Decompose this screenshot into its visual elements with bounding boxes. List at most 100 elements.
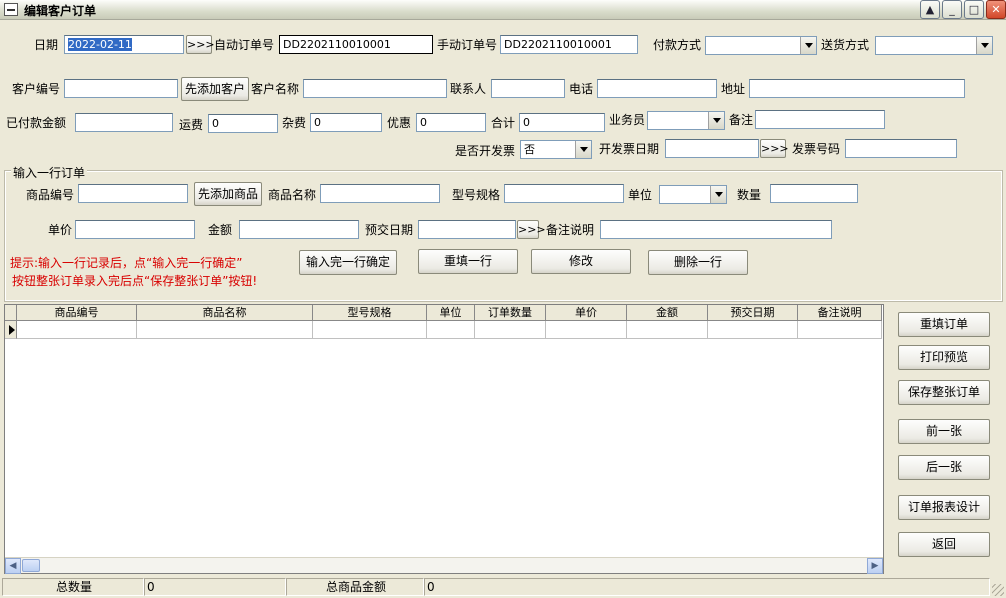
next-order-button[interactable]: 后一张 bbox=[898, 455, 990, 480]
chevron-down-icon[interactable] bbox=[708, 112, 724, 129]
print-preview-button[interactable]: 打印预览 bbox=[898, 345, 990, 370]
total-qty-label: 总数量 bbox=[2, 578, 144, 596]
close-icon[interactable]: ✕ bbox=[986, 0, 1006, 19]
refill-order-button[interactable]: 重填订单 bbox=[898, 312, 990, 337]
total-amount-value: 0 bbox=[424, 578, 990, 596]
line-entry-title: 输入一行订单 bbox=[11, 164, 88, 181]
phone-field[interactable] bbox=[597, 79, 717, 98]
current-row-indicator-icon bbox=[5, 321, 17, 339]
invoice-date-picker-button[interactable]: >>> bbox=[760, 139, 789, 158]
scroll-thumb[interactable] bbox=[22, 559, 40, 572]
column-header[interactable]: 单位 bbox=[427, 305, 475, 321]
modify-button[interactable]: 修改 bbox=[531, 249, 631, 274]
manual-order-field[interactable]: DD2202110010001 bbox=[500, 35, 638, 54]
misc-field[interactable]: 0 bbox=[310, 113, 382, 132]
spec-label: 型号规格 bbox=[452, 188, 501, 202]
column-header[interactable]: 商品编号 bbox=[17, 305, 137, 321]
scroll-left-icon[interactable]: ◀ bbox=[5, 558, 21, 574]
add-customer-button[interactable]: 先添加客户 bbox=[181, 77, 249, 101]
grid-cell[interactable] bbox=[708, 321, 798, 339]
grid-cell[interactable] bbox=[313, 321, 427, 339]
date-picker-button[interactable]: >>> bbox=[186, 35, 215, 54]
prev-order-button[interactable]: 前一张 bbox=[898, 419, 990, 444]
invoice-no-field[interactable] bbox=[845, 139, 957, 158]
chevron-down-icon[interactable] bbox=[800, 37, 816, 54]
salesman-select[interactable] bbox=[647, 111, 725, 130]
product-no-field[interactable] bbox=[78, 184, 188, 203]
invoice-no-label: 发票号码 bbox=[792, 142, 841, 156]
column-header[interactable]: 订单数量 bbox=[475, 305, 546, 321]
report-design-button[interactable]: 订单报表设计 bbox=[898, 495, 990, 520]
customer-name-label: 客户名称 bbox=[251, 82, 300, 96]
grid-cell[interactable] bbox=[546, 321, 627, 339]
resize-grip-icon[interactable] bbox=[992, 584, 1004, 596]
chevron-down-icon[interactable] bbox=[575, 141, 591, 158]
qty-field[interactable] bbox=[770, 184, 858, 203]
amount-field[interactable] bbox=[239, 220, 359, 239]
chevron-down-icon[interactable] bbox=[976, 37, 992, 54]
column-header[interactable]: 预交日期 bbox=[708, 305, 798, 321]
qty-label: 数量 bbox=[737, 188, 762, 202]
grid-cell[interactable] bbox=[798, 321, 882, 339]
order-lines-grid[interactable]: 商品编号 商品名称 型号规格 单位 订单数量 单价 金额 预交日期 备注说明 ◀… bbox=[4, 304, 884, 574]
invoice-select[interactable]: 否 bbox=[520, 140, 592, 159]
invoice-label: 是否开发票 bbox=[455, 144, 516, 158]
note-field[interactable] bbox=[600, 220, 832, 239]
grid-cell[interactable] bbox=[475, 321, 546, 339]
auto-order-field[interactable]: DD2202110010001 bbox=[279, 35, 433, 54]
add-product-button[interactable]: 先添加商品 bbox=[194, 182, 262, 206]
product-no-label: 商品编号 bbox=[26, 188, 75, 202]
remark-field[interactable] bbox=[755, 110, 885, 129]
back-button[interactable]: 返回 bbox=[898, 532, 990, 557]
customer-name-field[interactable] bbox=[303, 79, 447, 98]
unit-label: 单位 bbox=[628, 188, 653, 202]
column-header[interactable]: 单价 bbox=[546, 305, 627, 321]
status-bar: 总数量 0 总商品金额 0 bbox=[0, 576, 1006, 598]
window-menu-icon[interactable] bbox=[4, 3, 18, 16]
tip-line-1: 提示:输入一行记录后，点“输入完一行确定” bbox=[10, 256, 243, 270]
spec-field[interactable] bbox=[504, 184, 624, 203]
total-field[interactable]: 0 bbox=[519, 113, 605, 132]
minimize-icon[interactable]: _ bbox=[942, 0, 962, 19]
paid-field[interactable] bbox=[75, 113, 173, 132]
product-name-label: 商品名称 bbox=[268, 188, 317, 202]
delete-line-button[interactable]: 删除一行 bbox=[648, 250, 748, 275]
delivery-select[interactable] bbox=[875, 36, 993, 55]
column-header[interactable]: 商品名称 bbox=[137, 305, 313, 321]
column-header[interactable]: 型号规格 bbox=[313, 305, 427, 321]
column-header[interactable]: 金额 bbox=[627, 305, 708, 321]
restore-down-icon[interactable]: ▲ bbox=[920, 0, 940, 19]
unit-select[interactable] bbox=[659, 185, 727, 204]
maximize-icon[interactable]: □ bbox=[964, 0, 984, 19]
grid-cell[interactable] bbox=[137, 321, 313, 339]
chevron-down-icon[interactable] bbox=[710, 186, 726, 203]
grid-header: 商品编号 商品名称 型号规格 单位 订单数量 单价 金额 预交日期 备注说明 bbox=[5, 305, 882, 321]
discount-label: 优惠 bbox=[387, 116, 412, 130]
product-name-field[interactable] bbox=[320, 184, 440, 203]
due-date-label: 预交日期 bbox=[365, 223, 414, 237]
table-row[interactable] bbox=[5, 321, 882, 339]
discount-field[interactable]: 0 bbox=[416, 113, 486, 132]
grid-cell[interactable] bbox=[627, 321, 708, 339]
phone-label: 电话 bbox=[569, 82, 594, 96]
paid-label: 已付款金额 bbox=[6, 116, 67, 130]
contact-field[interactable] bbox=[491, 79, 565, 98]
scroll-right-icon[interactable]: ▶ bbox=[867, 558, 883, 574]
due-date-field[interactable] bbox=[418, 220, 516, 239]
due-date-picker-button[interactable]: >>> bbox=[517, 220, 546, 239]
payment-select[interactable] bbox=[705, 36, 817, 55]
freight-field[interactable]: 0 bbox=[208, 114, 278, 133]
column-header[interactable]: 备注说明 bbox=[798, 305, 882, 321]
grid-cell[interactable] bbox=[427, 321, 475, 339]
save-order-button[interactable]: 保存整张订单 bbox=[898, 380, 990, 405]
horizontal-scrollbar[interactable]: ◀ ▶ bbox=[5, 557, 883, 574]
date-field[interactable]: 2022-02-11 bbox=[64, 35, 184, 54]
address-field[interactable] bbox=[749, 79, 965, 98]
grid-cell[interactable] bbox=[17, 321, 137, 339]
confirm-line-button[interactable]: 输入完一行确定 bbox=[299, 250, 397, 275]
customer-no-field[interactable] bbox=[64, 79, 178, 98]
price-field[interactable] bbox=[75, 220, 195, 239]
invoice-date-field[interactable] bbox=[665, 139, 759, 158]
refill-line-button[interactable]: 重填一行 bbox=[418, 249, 518, 274]
tip-line-2: 按钮整张订单录入完后点“保存整张订单”按钮! bbox=[12, 274, 258, 288]
